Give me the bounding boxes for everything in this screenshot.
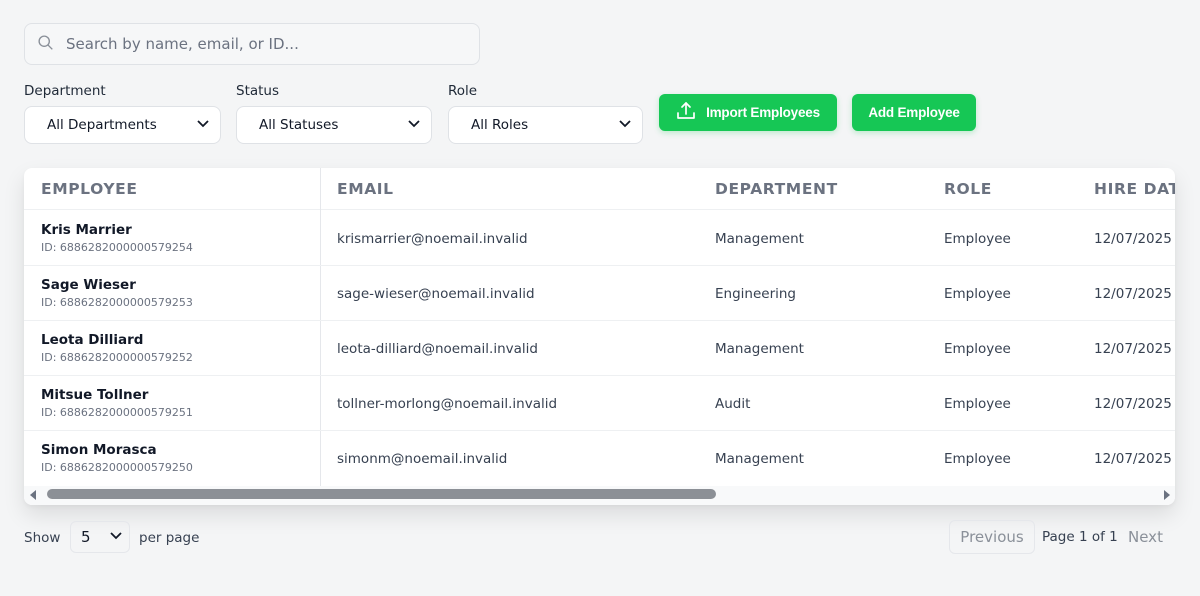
header-email[interactable]: EMAIL xyxy=(337,180,394,198)
employee-id: ID: 6886282000000579254 xyxy=(41,241,193,254)
employee-name: Simon Morasca xyxy=(41,442,157,458)
employee-name: Mitsue Tollner xyxy=(41,387,149,403)
employee-department: Management xyxy=(715,341,804,357)
employee-role: Employee xyxy=(944,396,1011,412)
role-filter-label: Role xyxy=(448,83,478,99)
department-select-value: All Departments xyxy=(47,117,157,133)
table-row[interactable]: Leota Dilliard ID: 6886282000000579252 l… xyxy=(24,321,1175,376)
table-row[interactable]: Simon Morasca ID: 6886282000000579250 si… xyxy=(24,431,1175,486)
role-select-value: All Roles xyxy=(471,117,529,133)
employee-role: Employee xyxy=(944,451,1011,467)
import-employees-button[interactable]: Import Employees xyxy=(659,94,837,131)
previous-page-button[interactable]: Previous xyxy=(949,520,1035,554)
header-employee[interactable]: EMPLOYEE xyxy=(41,180,138,198)
upload-icon xyxy=(676,101,706,124)
chevron-down-icon xyxy=(109,528,123,546)
employee-email: krismarrier@noemail.invalid xyxy=(337,231,528,247)
per-page-label: per page xyxy=(139,530,200,546)
scroll-left-icon[interactable] xyxy=(30,490,36,500)
employee-role: Employee xyxy=(944,341,1011,357)
employee-name: Kris Marrier xyxy=(41,222,132,238)
chevron-down-icon xyxy=(407,116,421,134)
page-info: Page 1 of 1 xyxy=(1042,529,1118,545)
employee-role: Employee xyxy=(944,286,1011,302)
chevron-down-icon xyxy=(618,116,632,134)
per-page-value: 5 xyxy=(81,528,91,546)
employee-hire-date: 12/07/2025 xyxy=(1094,231,1172,247)
per-page-select[interactable]: 5 xyxy=(70,521,130,553)
role-select[interactable]: All Roles xyxy=(448,106,643,144)
employee-name: Sage Wieser xyxy=(41,277,136,293)
employee-id: ID: 6886282000000579250 xyxy=(41,461,193,474)
employee-department: Management xyxy=(715,451,804,467)
employee-id: ID: 6886282000000579252 xyxy=(41,351,193,364)
status-select-value: All Statuses xyxy=(259,117,339,133)
employee-name: Leota Dilliard xyxy=(41,332,144,348)
scrollbar-thumb[interactable] xyxy=(47,489,716,499)
employee-department: Audit xyxy=(715,396,751,412)
employee-id: ID: 6886282000000579253 xyxy=(41,296,193,309)
employee-hire-date: 12/07/2025 xyxy=(1094,451,1172,467)
employee-department: Management xyxy=(715,231,804,247)
employee-hire-date: 12/07/2025 xyxy=(1094,396,1172,412)
status-filter-label: Status xyxy=(236,83,280,99)
status-filter: Status All Statuses xyxy=(236,83,432,144)
import-employees-label: Import Employees xyxy=(706,105,820,120)
table-row[interactable]: Kris Marrier ID: 6886282000000579254 kri… xyxy=(24,211,1175,266)
employee-hire-date: 12/07/2025 xyxy=(1094,341,1172,357)
department-filter-label: Department xyxy=(24,83,106,99)
show-label: Show xyxy=(24,530,61,546)
employee-email: leota-dilliard@noemail.invalid xyxy=(337,341,538,357)
employee-department: Engineering xyxy=(715,286,796,302)
horizontal-scrollbar[interactable] xyxy=(24,486,1175,505)
employee-role: Employee xyxy=(944,231,1011,247)
status-select[interactable]: All Statuses xyxy=(236,106,432,144)
employee-table: EMPLOYEE EMAIL DEPARTMENT ROLE HIRE DATE… xyxy=(24,168,1175,505)
search-box[interactable] xyxy=(24,23,480,65)
table-header: EMPLOYEE EMAIL DEPARTMENT ROLE HIRE DATE xyxy=(24,168,1175,210)
search-icon xyxy=(37,34,54,55)
scroll-right-icon[interactable] xyxy=(1164,490,1170,500)
employee-id: ID: 6886282000000579251 xyxy=(41,406,193,419)
role-filter: Role All Roles xyxy=(448,83,643,144)
header-role[interactable]: ROLE xyxy=(944,180,992,198)
department-select[interactable]: All Departments xyxy=(24,106,221,144)
employee-email: simonm@noemail.invalid xyxy=(337,451,508,467)
employee-email: sage-wieser@noemail.invalid xyxy=(337,286,535,302)
header-department[interactable]: DEPARTMENT xyxy=(715,180,838,198)
search-input[interactable] xyxy=(66,35,466,53)
table-row[interactable]: Mitsue Tollner ID: 6886282000000579251 t… xyxy=(24,376,1175,431)
employee-hire-date: 12/07/2025 xyxy=(1094,286,1172,302)
department-filter: Department All Departments xyxy=(24,83,221,144)
table-row[interactable]: Sage Wieser ID: 6886282000000579253 sage… xyxy=(24,266,1175,321)
next-page-button[interactable]: Next xyxy=(1128,528,1163,546)
employee-email: tollner-morlong@noemail.invalid xyxy=(337,396,558,412)
add-employee-label: Add Employee xyxy=(868,105,960,120)
chevron-down-icon xyxy=(196,116,210,134)
header-hire-date[interactable]: HIRE DATE xyxy=(1094,180,1175,198)
add-employee-button[interactable]: Add Employee xyxy=(852,94,976,131)
